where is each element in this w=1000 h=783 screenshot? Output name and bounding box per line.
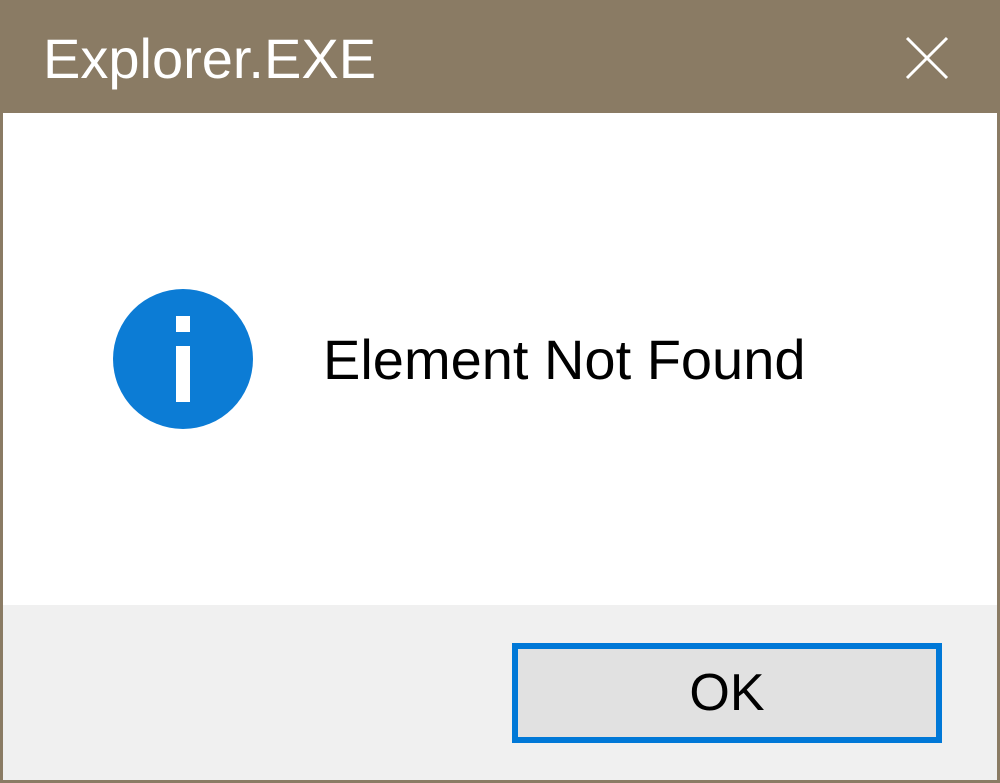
close-icon [903, 34, 951, 82]
dialog-content: Element Not Found [3, 113, 997, 605]
titlebar: Explorer.EXE [3, 3, 997, 113]
dialog-message: Element Not Found [323, 327, 805, 392]
message-box-dialog: Explorer.EXE Element Not Found OK [0, 0, 1000, 783]
info-icon [113, 289, 253, 429]
button-area: OK [3, 605, 997, 780]
close-button[interactable] [887, 18, 967, 98]
ok-button[interactable]: OK [512, 643, 942, 743]
dialog-title: Explorer.EXE [43, 26, 376, 91]
